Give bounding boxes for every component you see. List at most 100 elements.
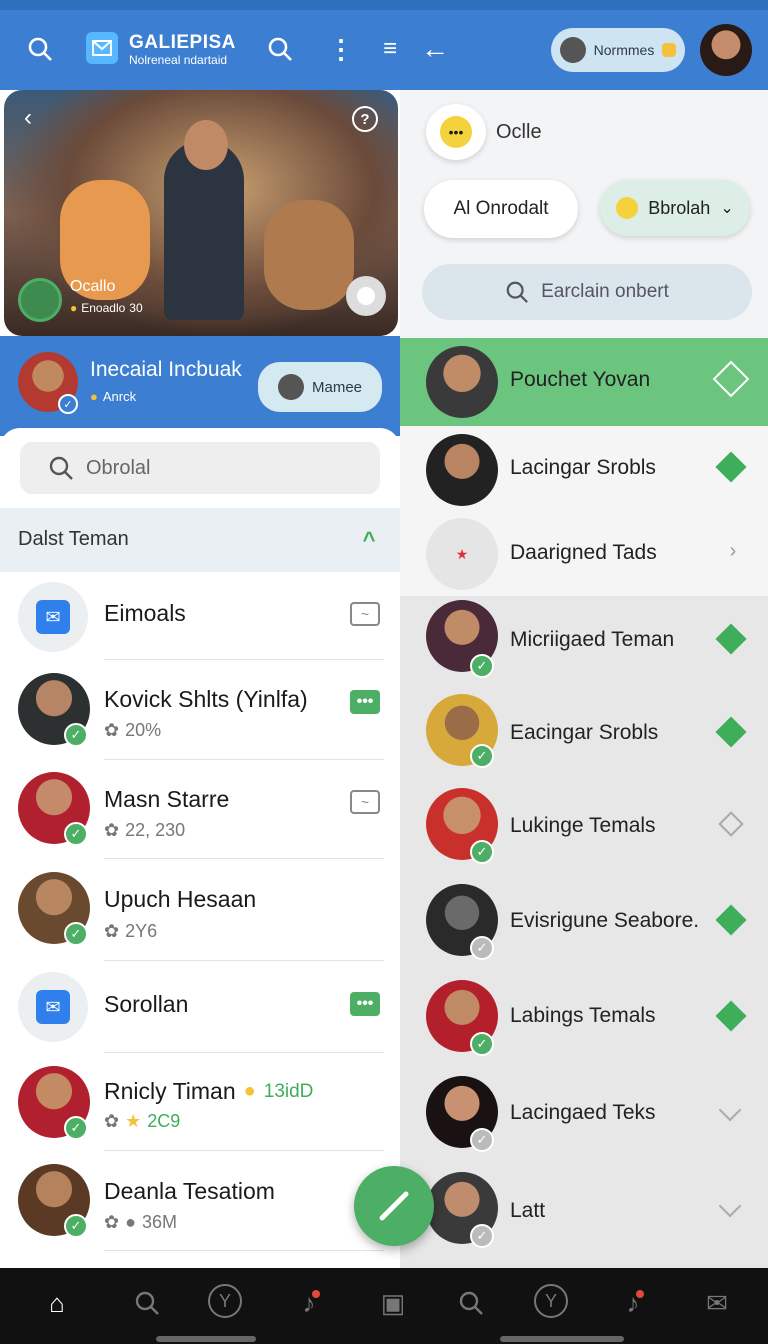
back-icon[interactable]: ‹: [16, 104, 40, 131]
hero-name: Ocallo: [70, 278, 116, 295]
check-icon: ✓: [470, 1032, 494, 1056]
check-icon: ✓: [64, 723, 88, 747]
list-item-sub: ✿ 2Y6: [104, 921, 157, 942]
emoji-icon: ●: [90, 389, 98, 404]
profile-avatar[interactable]: [700, 24, 752, 76]
home-icon[interactable]: ⌂: [40, 1286, 74, 1320]
list-item-sub-label: 2C9: [147, 1111, 181, 1131]
back-icon[interactable]: ←: [420, 33, 450, 64]
right-header-chip[interactable]: Normmes: [551, 28, 685, 72]
divider: [104, 659, 384, 660]
search-icon[interactable]: [454, 1286, 488, 1320]
star-icon: ★: [125, 1111, 142, 1131]
more-icon[interactable]: •••: [350, 992, 380, 1016]
mail-icon: [86, 32, 118, 64]
app-subtitle: Nolreneal ndartaid: [129, 53, 228, 67]
dog-figure: [264, 200, 354, 310]
mail-app-avatar: ✉: [18, 972, 88, 1042]
hero-card[interactable]: ‹ ? Ocallo ● Enoadlo 30: [4, 90, 398, 336]
hero-count: 30: [129, 301, 143, 315]
contact-name: Micriigaed Teman: [510, 628, 675, 651]
list-item-sub: ✿ 22, 230: [104, 820, 185, 841]
avatar: [277, 374, 304, 400]
list-item-name[interactable]: Sorollan: [104, 991, 188, 1018]
flower-icon: ✿: [104, 1111, 120, 1131]
help-icon[interactable]: ?: [352, 106, 378, 132]
location-icon[interactable]: Y: [208, 1284, 242, 1318]
search-icon[interactable]: [130, 1286, 164, 1320]
mail-icon[interactable]: ~: [350, 790, 380, 814]
contact-name: Lukinge Temals: [510, 814, 656, 837]
chip-label: Mamee: [311, 378, 363, 396]
emoji-icon: •••: [440, 116, 472, 148]
divider: [104, 1250, 384, 1251]
home-indicator: [500, 1336, 624, 1342]
contact-avatar: [426, 346, 498, 418]
profile-name: Inecaial Incbuak: [90, 358, 242, 381]
list-item-sub: ✿ ● 36M: [104, 1212, 177, 1233]
filter-label: Oclle: [496, 121, 542, 143]
status-bar: [0, 0, 768, 10]
edit-icon: [379, 1191, 409, 1221]
right-search-input[interactable]: Earclain onbert: [422, 264, 752, 320]
contact-name: Latt: [510, 1199, 546, 1222]
contact-name: Lacingaed Teks: [510, 1101, 656, 1124]
contact-name: Daarigned Tads: [510, 541, 657, 564]
flower-icon: ✿: [104, 720, 120, 740]
check-icon: ✓: [470, 840, 494, 864]
search-placeholder: Earclain onbert: [541, 281, 669, 302]
search-icon[interactable]: [264, 34, 296, 64]
search-icon: [49, 456, 73, 480]
emoji-button[interactable]: •••: [426, 104, 486, 160]
profile-chip[interactable]: Mamee: [258, 362, 382, 412]
section-title: Dalst Teman: [18, 528, 129, 550]
search-icon: [506, 281, 529, 303]
contact-name: Labings Temals: [510, 1004, 656, 1027]
search-input[interactable]: Obrolal: [20, 442, 380, 494]
contact-name: Pouchet Yovan: [510, 368, 651, 391]
divider: [104, 960, 384, 961]
filter-dropdown[interactable]: Bbrolah ⌄: [600, 180, 750, 236]
location-icon[interactable]: Y: [534, 1284, 568, 1318]
list-item-name[interactable]: Eimoals: [104, 600, 186, 627]
edit-button[interactable]: [354, 1166, 434, 1246]
emoji-icon: [616, 197, 639, 219]
chevron-up-icon[interactable]: ^: [354, 526, 384, 554]
check-icon: ✓: [64, 822, 88, 846]
search-icon[interactable]: [22, 34, 58, 64]
flower-icon: ✿: [104, 1212, 120, 1232]
notification-dot: [312, 1290, 320, 1298]
list-item-name[interactable]: Deanla Tesatiom: [104, 1178, 275, 1205]
list-item-sub-label: 22, 230: [125, 820, 186, 840]
mail-icon: ✉: [36, 990, 70, 1024]
list-item-name[interactable]: Masn Starre: [104, 786, 229, 813]
mail-app-avatar: ✉: [18, 582, 88, 652]
more-vertical-icon[interactable]: ⋮: [328, 34, 354, 64]
emoji-icon: ●: [70, 301, 78, 315]
more-icon[interactable]: •••: [350, 690, 380, 714]
mail-icon[interactable]: ✉: [700, 1286, 734, 1320]
chip-label: Normmes: [593, 42, 655, 58]
app-title: GALIEPISA: [129, 32, 236, 53]
arrow-right-icon[interactable]: ›: [722, 540, 744, 562]
list-item-name: Rnicly Timan: [104, 1078, 236, 1104]
menu-icon[interactable]: ≡: [380, 34, 400, 64]
badge-icon: [662, 43, 677, 57]
contact-name: Eacingar Srobls: [510, 721, 659, 744]
store-icon[interactable]: ▣: [376, 1286, 410, 1320]
hero-sub-label: Enoadlo: [81, 301, 126, 315]
home-indicator: [156, 1336, 256, 1342]
record-button[interactable]: [346, 276, 386, 316]
mail-icon[interactable]: ~: [350, 602, 380, 626]
bell-icon[interactable]: ♪: [616, 1286, 650, 1320]
list-item-name-row[interactable]: Rnicly Timan ● 13idD: [104, 1078, 313, 1105]
divider: [104, 759, 384, 760]
divider: [104, 858, 384, 859]
flower-icon: ✿: [104, 820, 120, 840]
contact-avatar: [426, 434, 498, 506]
list-item-name[interactable]: Kovick Shlts (Yinlfa): [104, 686, 308, 713]
list-item-name[interactable]: Upuch Hesaan: [104, 886, 256, 913]
bell-icon[interactable]: ♪: [292, 1286, 326, 1320]
list-item-sub-label: 36M: [141, 1212, 177, 1232]
filter-chip[interactable]: Al Onrodalt: [424, 180, 578, 238]
